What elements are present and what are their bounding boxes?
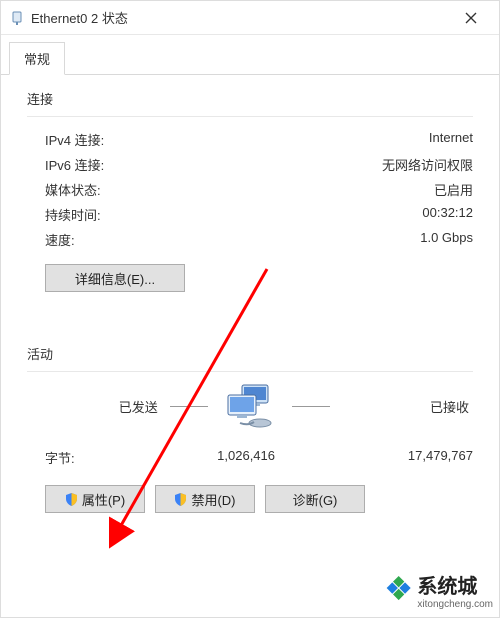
duration-value: 00:32:12 — [422, 205, 473, 224]
bottom-button-row: 属性(P) 禁用(D) 诊断(G) — [27, 471, 473, 513]
ipv4-value: Internet — [429, 130, 473, 149]
disable-button[interactable]: 禁用(D) — [155, 485, 255, 513]
activity-section: 活动 已发送 已接收 — [27, 344, 473, 513]
tab-row: 常规 — [1, 35, 499, 75]
network-computers-icon — [220, 382, 280, 430]
disable-label: 禁用(D) — [191, 490, 235, 509]
watermark-logo-icon — [375, 575, 411, 611]
close-button[interactable] — [451, 3, 491, 33]
ethernet-icon — [9, 10, 25, 26]
diagnose-button[interactable]: 诊断(G) — [265, 485, 365, 513]
bytes-received-value: 17,479,767 — [275, 448, 473, 467]
row-ipv6: IPv6 连接: 无网络访问权限 — [27, 152, 473, 177]
received-label: 已接收 — [342, 397, 473, 416]
watermark: 系统城 xitongcheng.com — [375, 575, 493, 611]
bytes-label: 字节: — [45, 448, 125, 467]
titlebar: Ethernet0 2 状态 — [1, 1, 499, 35]
activity-visual-row: 已发送 已接收 — [27, 382, 473, 430]
media-label: 媒体状态: — [45, 180, 434, 199]
row-media: 媒体状态: 已启用 — [27, 177, 473, 202]
ipv4-label: IPv4 连接: — [45, 130, 429, 149]
row-speed: 速度: 1.0 Gbps — [27, 227, 473, 252]
connection-section-label: 连接 — [27, 89, 473, 108]
speed-label: 速度: — [45, 230, 420, 249]
activity-line — [292, 406, 330, 407]
window-title: Ethernet0 2 状态 — [31, 8, 451, 27]
ipv6-value: 无网络访问权限 — [382, 155, 473, 174]
properties-label: 属性(P) — [82, 490, 125, 509]
speed-value: 1.0 Gbps — [420, 230, 473, 249]
divider — [27, 116, 473, 117]
row-ipv4: IPv4 连接: Internet — [27, 127, 473, 152]
duration-label: 持续时间: — [45, 205, 422, 224]
ipv6-label: IPv6 连接: — [45, 155, 382, 174]
sent-label: 已发送 — [27, 397, 158, 416]
watermark-url: xitongcheng.com — [417, 599, 493, 611]
content-area: 连接 IPv4 连接: Internet IPv6 连接: 无网络访问权限 媒体… — [1, 75, 499, 513]
shield-icon — [174, 493, 187, 506]
row-duration: 持续时间: 00:32:12 — [27, 202, 473, 227]
tab-general[interactable]: 常规 — [9, 42, 65, 75]
activity-line — [170, 406, 208, 407]
divider — [27, 371, 473, 372]
media-value: 已启用 — [434, 180, 473, 199]
diagnose-label: 诊断(G) — [293, 490, 338, 509]
activity-section-label: 活动 — [27, 344, 473, 363]
bytes-sent-value: 1,026,416 — [125, 448, 275, 467]
details-button[interactable]: 详细信息(E)... — [45, 264, 185, 292]
bytes-row: 字节: 1,026,416 17,479,767 — [27, 438, 473, 471]
watermark-brand: 系统城 — [417, 576, 493, 599]
shield-icon — [65, 493, 78, 506]
properties-button[interactable]: 属性(P) — [45, 485, 145, 513]
